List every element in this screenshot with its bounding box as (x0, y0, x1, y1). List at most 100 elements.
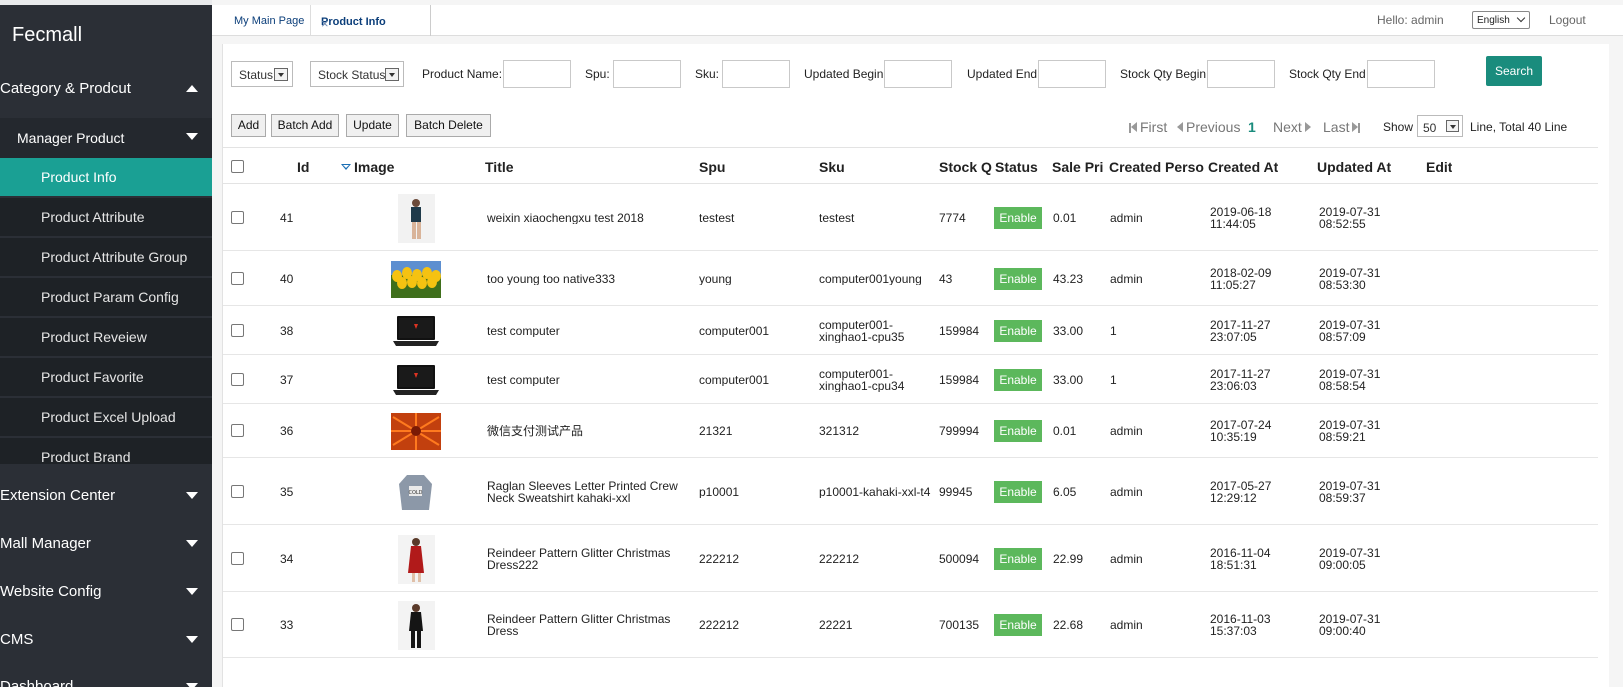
row-checkbox[interactable] (231, 324, 244, 337)
row-checkbox[interactable] (231, 552, 244, 565)
menu-group-mall-manager[interactable]: Mall Manager (0, 524, 212, 564)
cell-updated-at-line: 08:59:21 (1319, 430, 1366, 443)
cell-stock-qty: 700135 (939, 619, 980, 631)
table-row[interactable]: 36 微信支付测试产品 21321 321312 799994 Enable 0.01 adm… (223, 404, 1598, 458)
table-row[interactable]: 35 COLD Raglan Sleeves Letter Printed Crew… (223, 458, 1598, 525)
table-row[interactable]: 33 Reindeer Pattern Glitter Christmas Dres… (223, 592, 1598, 658)
table-row[interactable]: 41 weixin xiaochengxu test 2018 testest tes… (223, 185, 1598, 251)
cell-created-person: admin (1110, 425, 1143, 437)
language-select[interactable]: English (1472, 11, 1530, 29)
column-sale-price[interactable]: Sale Pri (1052, 159, 1106, 175)
cell-title: weixin xiaochengxu test 2018 (487, 212, 692, 224)
cell-spu: computer001 (699, 374, 770, 386)
cell-created-at-line: 12:29:12 (1210, 491, 1257, 504)
sku-input[interactable] (722, 60, 790, 88)
menu-group-website-config[interactable]: Website Config (0, 572, 212, 612)
update-button[interactable]: Update (346, 114, 399, 137)
cell-created-at: 2017-11-27 23:06:03 (1210, 368, 1310, 392)
close-icon[interactable]: × (321, 16, 426, 31)
menu-group-label: Website Config (0, 583, 102, 600)
cell-created-at: 2019-06-18 11:44:05 (1210, 206, 1310, 230)
submenu-manager-product[interactable]: Manager Product (0, 118, 212, 158)
column-created-person[interactable]: Created Perso (1109, 159, 1205, 175)
row-checkbox[interactable] (231, 211, 244, 224)
stock-qty-end-label: Stock Qty End (1289, 67, 1366, 81)
cell-stock-qty: 159984 (939, 325, 980, 337)
stock-qty-end-input[interactable] (1367, 60, 1435, 88)
cell-title: Raglan Sleeves Letter Printed Crew Neck S… (487, 480, 692, 504)
menu-group-extension-center[interactable]: Extension Center (0, 476, 212, 516)
row-checkbox[interactable] (231, 618, 244, 631)
cell-sale-price: 33.00 (1053, 374, 1084, 386)
pager-previous[interactable]: Previous (1177, 119, 1240, 135)
pager-current-page[interactable]: 1 (1248, 119, 1256, 135)
caret-down-icon (186, 133, 198, 140)
menu-group-category-product[interactable]: Category & Prodcut (0, 69, 212, 109)
language-value: English (1477, 15, 1510, 26)
product-thumbnail (391, 314, 441, 348)
column-id[interactable]: Id (297, 159, 309, 175)
table-row[interactable]: 37 test computer computer001 computer001- xi… (223, 355, 1598, 404)
svg-text:COLD: COLD (408, 490, 422, 496)
updated-begin-input[interactable] (884, 60, 952, 88)
page-size-select[interactable]: 50 (1417, 115, 1463, 137)
batch-add-button[interactable]: Batch Add (271, 114, 339, 137)
sort-desc-icon[interactable] (341, 164, 351, 170)
column-stock-qty[interactable]: Stock Q (939, 159, 993, 175)
logout-link[interactable]: Logout (1549, 13, 1586, 27)
menu-group-cms[interactable]: CMS (0, 620, 212, 660)
product-thumbnail (398, 601, 435, 650)
cell-sku-line: 321312 (819, 425, 860, 437)
tab-product-info[interactable]: Product Info × (311, 5, 431, 36)
column-created-at[interactable]: Created At (1208, 159, 1278, 175)
column-status[interactable]: Status (995, 159, 1038, 175)
sidebar-item-product-param-config[interactable]: Product Param Config (0, 278, 212, 316)
cell-updated-at-line: 09:00:05 (1319, 558, 1366, 571)
sidebar-item-product-attribute-group[interactable]: Product Attribute Group (0, 238, 212, 276)
menu-group-dashboard[interactable]: Dashboard (0, 667, 212, 687)
row-checkbox[interactable] (231, 424, 244, 437)
batch-delete-button[interactable]: Batch Delete (406, 114, 491, 137)
tab-my-main-page[interactable]: My Main Page (212, 5, 311, 36)
stock-status-filter-select[interactable]: Stock Status (310, 61, 404, 87)
stock-qty-begin-label: Stock Qty Begin (1120, 67, 1207, 81)
column-sku[interactable]: Sku (819, 159, 845, 175)
search-button[interactable]: Search (1486, 56, 1542, 86)
column-image[interactable]: Image (354, 159, 394, 175)
status-filter-select[interactable]: Status (231, 61, 293, 87)
table-row[interactable]: 40 too young too native333 young computer00… (223, 251, 1598, 306)
sidebar-item-product-brand[interactable]: Product Brand (0, 438, 212, 465)
sidebar-item-product-review[interactable]: Product Reveiew (0, 318, 212, 356)
cell-title-line: Dress222 (487, 558, 539, 571)
status-badge: Enable (994, 320, 1042, 342)
pager-next[interactable]: Next (1273, 119, 1311, 135)
row-checkbox[interactable] (231, 272, 244, 285)
select-all-checkbox[interactable] (231, 160, 244, 173)
sidebar-item-product-favorite[interactable]: Product Favorite (0, 358, 212, 396)
product-name-input[interactable] (503, 60, 571, 88)
row-checkbox[interactable] (231, 485, 244, 498)
table-header: Id Image Title Spu Sku Stock Q Status Sa… (223, 147, 1598, 184)
caret-down-icon (186, 683, 198, 687)
cell-title-line: Dress (487, 624, 519, 637)
column-spu[interactable]: Spu (699, 159, 725, 175)
table-row[interactable]: 34 Reindeer Pattern Glitter Christmas Dres… (223, 525, 1598, 592)
column-updated-at[interactable]: Updated At (1317, 159, 1391, 175)
pager-first[interactable]: First (1129, 119, 1167, 135)
sidebar-item-product-info[interactable]: Product Info (0, 158, 212, 196)
spu-input[interactable] (613, 60, 681, 88)
sidebar-item-product-attribute[interactable]: Product Attribute (0, 198, 212, 236)
sidebar-item-product-excel-upload[interactable]: Product Excel Upload (0, 398, 212, 436)
column-title[interactable]: Title (485, 159, 514, 175)
sidebar-item-label: Product Attribute Group (41, 249, 188, 265)
cell-spu: 222212 (699, 619, 740, 631)
pager-last[interactable]: Last (1323, 119, 1361, 135)
stock-qty-begin-input[interactable] (1207, 60, 1275, 88)
updated-end-input[interactable] (1038, 60, 1106, 88)
caret-down-icon (186, 492, 198, 499)
table-row[interactable]: 38 test computer computer001 computer001- xi… (223, 306, 1598, 355)
row-checkbox[interactable] (231, 373, 244, 386)
product-thumbnail (391, 261, 441, 298)
cell-sku: 222212 (819, 553, 934, 565)
add-button[interactable]: Add (231, 114, 266, 137)
